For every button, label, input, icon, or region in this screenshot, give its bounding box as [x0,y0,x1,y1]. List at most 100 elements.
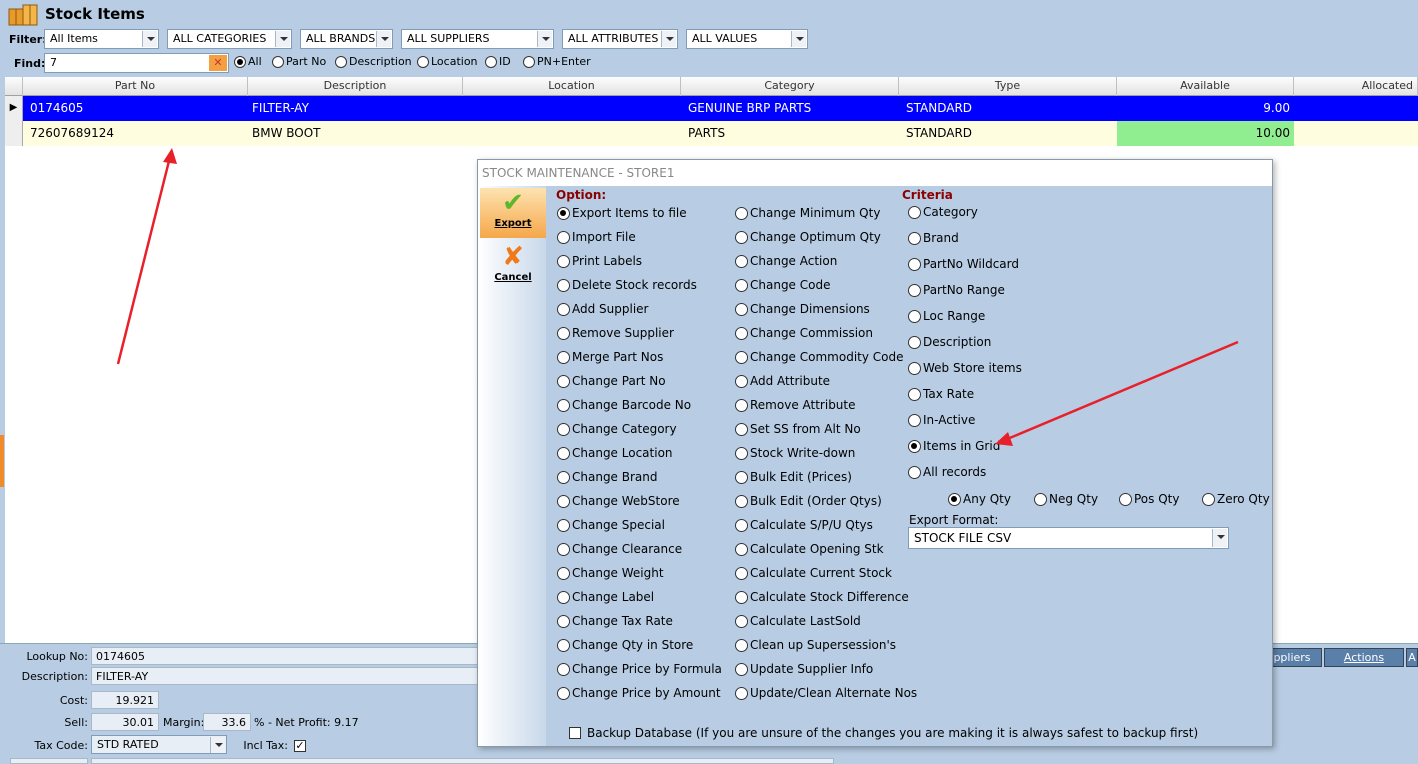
values-filter-select[interactable]: ALL VALUES [686,29,808,49]
find-option-pn-enter[interactable]: PN+Enter [523,55,591,68]
criteria-brand[interactable]: Brand [908,231,959,245]
lookup-field[interactable]: 0174605 [91,647,481,665]
criteria-in-active[interactable]: In-Active [908,413,975,427]
option-change-webstore[interactable]: Change WebStore [557,494,680,508]
option-change-price-by-amount[interactable]: Change Price by Amount [557,686,721,700]
option-change-optimum-qty[interactable]: Change Optimum Qty [735,230,881,244]
option-print-labels[interactable]: Print Labels [557,254,642,268]
criteria-partno-range[interactable]: PartNo Range [908,283,1005,297]
taxcode-select[interactable]: STD RATED [91,735,227,754]
chevron-down-icon[interactable] [210,737,225,753]
items-filter-select[interactable]: All Items [44,29,159,49]
find-option-id[interactable]: ID [485,55,511,68]
qty-neg-qty[interactable]: Neg Qty [1034,492,1098,506]
criteria-web-store-items[interactable]: Web Store items [908,361,1022,375]
chevron-down-icon[interactable] [1212,529,1227,547]
option-calculate-lastsold[interactable]: Calculate LastSold [735,614,861,628]
brands-filter-select[interactable]: ALL BRANDS [300,29,393,49]
criteria-all-records[interactable]: All records [908,465,986,479]
option-bulk-edit-prices[interactable]: Bulk Edit (Prices) [735,470,852,484]
criteria-partno-wildcard[interactable]: PartNo Wildcard [908,257,1019,271]
export-button[interactable]: ✔ Export [480,188,546,238]
description-field[interactable]: FILTER-AY [91,667,481,685]
option-merge-part-nos[interactable]: Merge Part Nos [557,350,663,364]
option-remove-attribute[interactable]: Remove Attribute [735,398,856,412]
suppliers-filter-select[interactable]: ALL SUPPLIERS [401,29,554,49]
backup-database-checkbox[interactable]: Backup Database (If you are unsure of th… [569,726,1198,740]
option-change-commodity-code[interactable]: Change Commodity Code [735,350,904,364]
tab-actions[interactable]: Actions [1324,648,1404,667]
option-change-special[interactable]: Change Special [557,518,665,532]
criteria-items-in-grid[interactable]: Items in Grid [908,439,1000,453]
option-export-items-to-file[interactable]: Export Items to file [557,206,687,220]
option-update-supplier-info[interactable]: Update Supplier Info [735,662,873,676]
col-description[interactable]: Description [248,77,463,96]
col-type[interactable]: Type [899,77,1117,96]
option-calculate-current-stock[interactable]: Calculate Current Stock [735,566,892,580]
chevron-down-icon[interactable] [791,31,806,47]
option-clean-up-supersession-s[interactable]: Clean up Supersession's [735,638,896,652]
chevron-down-icon[interactable] [376,31,391,47]
option-change-label[interactable]: Change Label [557,590,654,604]
categories-filter-select[interactable]: ALL CATEGORIES [167,29,292,49]
option-add-supplier[interactable]: Add Supplier [557,302,649,316]
find-option-location[interactable]: Location [417,55,478,68]
criteria-description[interactable]: Description [908,335,991,349]
margin-field[interactable]: 33.6 [203,713,251,731]
qty-pos-qty[interactable]: Pos Qty [1119,492,1179,506]
option-change-qty-in-store[interactable]: Change Qty in Store [557,638,693,652]
option-update-clean-alternate-nos[interactable]: Update/Clean Alternate Nos [735,686,917,700]
tab-more[interactable]: A [1406,648,1418,667]
chevron-down-icon[interactable] [142,31,157,47]
chevron-down-icon[interactable] [661,31,676,47]
cancel-button[interactable]: ✘ Cancel [480,242,546,292]
table-row[interactable]: 72607689124 BMW BOOT PARTS STANDARD 10.0… [5,121,1418,146]
option-calculate-s-p-u-qtys[interactable]: Calculate S/P/U Qtys [735,518,873,532]
option-import-file[interactable]: Import File [557,230,636,244]
option-delete-stock-records[interactable]: Delete Stock records [557,278,697,292]
option-change-commission[interactable]: Change Commission [735,326,873,340]
option-change-action[interactable]: Change Action [735,254,837,268]
option-remove-supplier[interactable]: Remove Supplier [557,326,674,340]
export-format-select[interactable]: STOCK FILE CSV [908,527,1229,549]
col-category[interactable]: Category [681,77,899,96]
attributes-filter-select[interactable]: ALL ATTRIBUTES [562,29,678,49]
option-change-code[interactable]: Change Code [735,278,830,292]
chevron-down-icon[interactable] [537,31,552,47]
find-option-part-no[interactable]: Part No [272,55,326,68]
option-change-barcode-no[interactable]: Change Barcode No [557,398,691,412]
chevron-down-icon[interactable] [275,31,290,47]
criteria-tax-rate[interactable]: Tax Rate [908,387,974,401]
option-bulk-edit-order-qtys[interactable]: Bulk Edit (Order Qtys) [735,494,882,508]
criteria-category[interactable]: Category [908,205,978,219]
option-change-price-by-formula[interactable]: Change Price by Formula [557,662,722,676]
col-available[interactable]: Available [1117,77,1294,96]
option-add-attribute[interactable]: Add Attribute [735,374,830,388]
option-change-clearance[interactable]: Change Clearance [557,542,682,556]
clear-search-icon[interactable]: ✕ [209,55,227,71]
find-option-all[interactable]: All [234,55,262,68]
option-change-part-no[interactable]: Change Part No [557,374,666,388]
option-change-minimum-qty[interactable]: Change Minimum Qty [735,206,880,220]
incl-tax-checkbox[interactable] [294,738,312,752]
option-change-location[interactable]: Change Location [557,446,673,460]
table-row[interactable]: ▶ 0174605 FILTER-AY GENUINE BRP PARTS ST… [5,96,1418,121]
col-part-no[interactable]: Part No [23,77,248,96]
option-change-dimensions[interactable]: Change Dimensions [735,302,870,316]
col-allocated[interactable]: Allocated [1294,77,1418,96]
qty-zero-qty[interactable]: Zero Qty [1202,492,1270,506]
option-change-tax-rate[interactable]: Change Tax Rate [557,614,673,628]
option-change-weight[interactable]: Change Weight [557,566,664,580]
option-change-brand[interactable]: Change Brand [557,470,658,484]
option-stock-write-down[interactable]: Stock Write-down [735,446,855,460]
cost-field[interactable]: 19.921 [91,691,159,709]
option-set-ss-from-alt-no[interactable]: Set SS from Alt No [735,422,861,436]
sell-field[interactable]: 30.01 [91,713,159,731]
option-change-category[interactable]: Change Category [557,422,677,436]
qty-any-qty[interactable]: Any Qty [948,492,1011,506]
col-location[interactable]: Location [463,77,681,96]
criteria-loc-range[interactable]: Loc Range [908,309,985,323]
option-calculate-stock-difference[interactable]: Calculate Stock Difference [735,590,909,604]
option-calculate-opening-stk[interactable]: Calculate Opening Stk [735,542,884,556]
find-input[interactable]: 7 ✕ [44,53,229,73]
